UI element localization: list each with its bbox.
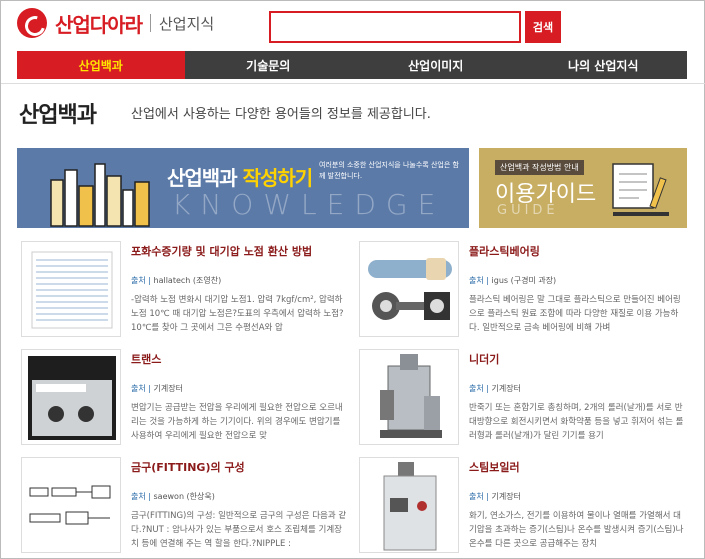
card-source: 출처 | 기계장터 xyxy=(131,384,183,393)
card-title[interactable]: 스팀보일러 xyxy=(469,459,520,475)
card-body: 화기, 연소가스, 전기를 이용하여 물이나 열매를 가열해서 대기압을 초과하… xyxy=(469,511,684,549)
nav-tech-inquiry[interactable]: 기술문의 xyxy=(185,51,353,79)
card-source: 출처 | hallatech (조영찬) xyxy=(131,276,222,285)
article-card[interactable]: 스팀보일러 출처 | 기계장터 화기, 연소가스, 전기를 이용하여 물이나 열… xyxy=(355,457,687,553)
card-title[interactable]: 포화수증기량 및 대기압 노점 환산 방법 xyxy=(131,243,312,259)
card-thumbnail xyxy=(21,241,121,337)
card-source-label: 출처 xyxy=(131,492,146,501)
card-source-label: 출처 xyxy=(131,384,146,393)
card-title[interactable]: 트랜스 xyxy=(131,351,161,367)
card-thumbnail xyxy=(359,241,459,337)
kneader-image xyxy=(380,354,442,438)
write-banner-sub: 여러분의 소중한 산업지식을 나눌수록 산업은 함께 발전합니다. xyxy=(319,161,459,180)
card-body: 변압기는 공급받는 전압을 우리에게 필요한 전압으로 오르내리는 것을 가능하… xyxy=(131,403,343,441)
boiler-image xyxy=(383,462,437,551)
card-title[interactable]: 금구(FITTING)의 구성 xyxy=(131,459,245,475)
guide-en: GUIDE xyxy=(497,203,559,218)
brand-logo-icon xyxy=(17,8,47,38)
bearing-image xyxy=(368,258,452,320)
card-source-label: 출처 xyxy=(469,492,484,501)
card-source-value: 기계장터 xyxy=(491,384,521,393)
card-title[interactable]: 플라스틱베어링 xyxy=(469,243,540,259)
nav-encyclopedia[interactable]: 산업백과 xyxy=(17,51,185,79)
fitting-diagram-image xyxy=(29,485,111,525)
card-body: -압력하 노점 변화시 대기압 노점1. 압력 7kgf/cm², 압력하 노점… xyxy=(131,295,344,333)
article-card[interactable]: 포화수증기량 및 대기압 노점 환산 방법 출처 | hallatech (조영… xyxy=(17,241,349,337)
main-nav: 산업백과 기술문의 산업이미지 나의 산업지식 xyxy=(17,51,687,79)
card-body: 금구(FITTING)의 구성: 일반적으로 금구의 구성은 다음과 같다.?N… xyxy=(131,511,347,549)
table-chart-image xyxy=(31,251,113,329)
card-thumbnail xyxy=(21,349,121,445)
card-thumbnail xyxy=(21,457,121,553)
card-title[interactable]: 니더기 xyxy=(469,351,499,367)
logo[interactable]: 산업다아라 산업지식 xyxy=(17,8,214,38)
card-thumbnail xyxy=(359,457,459,553)
transmitter-image xyxy=(28,356,116,440)
write-banner[interactable]: 산업백과 작성하기 여러분의 소중한 산업지식을 나눌수록 산업은 함께 발전합… xyxy=(17,148,469,228)
search-input[interactable] xyxy=(269,11,521,43)
write-banner-bg-word: KNOWLEDGE xyxy=(172,188,446,221)
card-source: 출처 | 기계장터 xyxy=(469,492,521,501)
brand-sub: 산업지식 xyxy=(159,14,215,33)
article-card[interactable]: 플라스틱베어링 출처 | igus (구경미 과장) 플라스틱 베어링은 말 그… xyxy=(355,241,687,337)
nav-images[interactable]: 산업이미지 xyxy=(352,51,520,79)
card-source-label: 출처 xyxy=(469,384,484,393)
nav-my-knowledge[interactable]: 나의 산업지식 xyxy=(520,51,688,79)
write-banner-title-yellow: 작성하기 xyxy=(242,166,314,190)
card-source-value: hallatech (조영찬) xyxy=(153,276,222,285)
brand-name: 산업다아라 xyxy=(55,12,143,37)
card-source-label: 출처 xyxy=(131,276,146,285)
write-banner-title-white: 산업백과 xyxy=(167,166,243,190)
search-button[interactable]: 검색 xyxy=(525,11,561,43)
card-source-value: 기계장터 xyxy=(491,492,521,501)
card-thumbnail xyxy=(359,349,459,445)
article-card[interactable]: 금구(FITTING)의 구성 출처 | saewon (한상욱) 금구(FIT… xyxy=(17,457,349,553)
article-card[interactable]: 니더기 출처 | 기계장터 반죽기 또는 혼합기로 총칭하며, 2개의 롤러(날… xyxy=(355,349,687,445)
notebook-pencil-icon xyxy=(612,163,669,216)
card-source: 출처 | igus (구경미 과장) xyxy=(469,276,557,285)
guide-banner[interactable]: 산업백과 작성방법 안내 이용가이드 GUIDE xyxy=(479,148,687,228)
guide-tag: 산업백과 작성방법 안내 xyxy=(495,160,584,175)
card-source-value: 기계장터 xyxy=(153,384,183,393)
card-body: 반죽기 또는 혼합기로 총칭하며, 2개의 롤러(날개)를 서로 반대방향으로 … xyxy=(469,403,684,441)
card-source-value: saewon (한상욱) xyxy=(153,492,215,501)
header-divider xyxy=(1,83,705,84)
card-body: 플라스틱 베어링은 말 그대로 플라스틱으로 만들어진 베어링으로 플라스틱 원… xyxy=(469,295,681,333)
card-source: 출처 | saewon (한상욱) xyxy=(131,492,215,501)
brand-divider xyxy=(150,14,151,32)
write-banner-title: 산업백과 작성하기 xyxy=(167,162,314,191)
card-source-value: igus (구경미 과장) xyxy=(491,276,557,285)
card-source-label: 출처 xyxy=(469,276,484,285)
page-title: 산업백과 xyxy=(19,103,97,128)
books-icon xyxy=(50,163,150,227)
card-source: 출처 | 기계장터 xyxy=(469,384,521,393)
page-description: 산업에서 사용하는 다양한 용어들의 정보를 제공합니다. xyxy=(131,107,431,122)
article-card[interactable]: 트랜스 출처 | 기계장터 변압기는 공급받는 전압을 우리에게 필요한 전압으… xyxy=(17,349,349,445)
